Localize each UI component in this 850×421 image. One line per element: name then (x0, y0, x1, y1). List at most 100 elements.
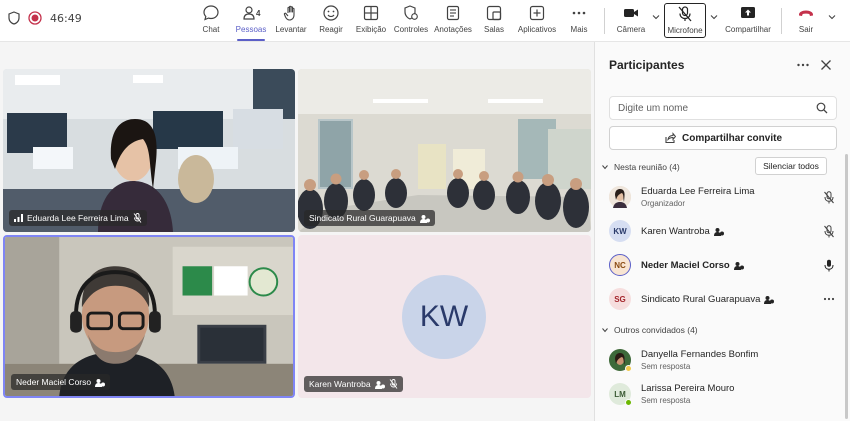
participant-row[interactable]: KW Karen Wantroba (609, 216, 837, 246)
toolbar-divider (604, 8, 605, 34)
microphone-label: Microfone (667, 26, 703, 35)
mic-on-icon (821, 257, 837, 273)
avatar-initials: KW (419, 300, 469, 333)
participant-name-text: Danyella Fernandes Bonfim (641, 349, 759, 360)
avatar: SG (609, 288, 631, 310)
participant-name: Eduarda Lee Ferreira Lima (641, 186, 821, 197)
in-meeting-label: Nesta reunião (4) (614, 162, 680, 172)
participant-status: Sem resposta (641, 396, 691, 405)
video-feed-office (3, 69, 295, 232)
avatar: LM (609, 383, 632, 406)
participant-info: Eduarda Lee Ferreira Lima Organizador (641, 186, 821, 208)
participant-name-text: Sindicato Rural Guarapuava (641, 293, 761, 305)
people-count: 4 (256, 9, 261, 18)
share-invite-button[interactable]: Compartilhar convite (609, 126, 837, 150)
react-button[interactable]: Reagir (309, 4, 353, 38)
more-options-icon[interactable] (821, 291, 837, 307)
shield-icon (8, 11, 20, 25)
guest-badge-icon (419, 214, 430, 223)
share-screen-icon (741, 7, 755, 18)
microphone-button[interactable]: Microfone (664, 3, 706, 38)
camera-icon (624, 9, 638, 17)
search-field[interactable] (609, 96, 837, 120)
more-options-icon[interactable] (795, 57, 811, 73)
participant-name-badge: Neder Maciel Corso (11, 374, 111, 390)
notes-button[interactable]: Anotações (431, 4, 475, 38)
participant-name: Neder Maciel Corso (641, 260, 821, 271)
controls-label: Controles (393, 25, 429, 34)
view-label: Exibição (355, 25, 387, 34)
search-input[interactable] (618, 102, 816, 114)
rooms-button[interactable]: Salas (472, 4, 516, 38)
participant-row[interactable]: Eduarda Lee Ferreira Lima Organizador (609, 182, 837, 212)
video-tile-neder[interactable]: Neder Maciel Corso (3, 235, 295, 398)
avatar-initials: KW (613, 226, 627, 236)
mic-options-chevron-icon[interactable] (709, 12, 719, 22)
grid-icon (363, 5, 379, 21)
participant-row[interactable]: SG Sindicato Rural Guarapuava (609, 284, 837, 314)
notes-icon (446, 5, 460, 21)
avatar (609, 186, 631, 208)
other-guests-label: Outros convidados (4) (614, 325, 698, 335)
share-button[interactable]: Compartilhar (722, 4, 774, 38)
mic-muted-icon (389, 379, 397, 389)
participant-name: Neder Maciel Corso (16, 377, 92, 387)
camera-label: Câmera (616, 25, 646, 34)
rooms-icon (486, 5, 502, 21)
meeting-timer: 46:49 (50, 11, 82, 25)
camera-options-chevron-icon[interactable] (651, 12, 661, 22)
leave-button[interactable]: Sair (784, 4, 828, 38)
video-feed-office-faep (5, 237, 293, 396)
avatar-initials: LM (614, 389, 626, 399)
participant-name: Danyella Fernandes Bonfim (641, 349, 837, 360)
shield-settings-icon (404, 5, 418, 20)
in-meeting-section-toggle[interactable]: Nesta reunião (4) (601, 162, 680, 172)
participant-name: Larissa Pereira Mouro (641, 383, 837, 394)
chat-button[interactable]: Chat (189, 4, 233, 38)
meeting-status: 46:49 (8, 11, 82, 25)
participant-name-text: Karen Wantroba (641, 225, 710, 237)
chevron-down-icon (602, 328, 608, 333)
mute-all-button[interactable]: Silenciar todos (755, 157, 827, 175)
raise-hand-button[interactable]: Levantar (269, 4, 313, 38)
participant-name-text: Eduarda Lee Ferreira Lima (641, 186, 755, 197)
video-tile-eduarda[interactable]: Eduarda Lee Ferreira Lima (3, 69, 295, 232)
participant-name-badge: Sindicato Rural Guarapuava (304, 210, 435, 226)
controls-button[interactable]: Controles (389, 4, 433, 38)
participant-row[interactable]: NC Neder Maciel Corso (609, 250, 837, 280)
react-label: Reagir (319, 25, 343, 34)
avatar: KW (402, 275, 486, 359)
people-button[interactable]: Pessoas 4 (229, 4, 273, 41)
more-button[interactable]: Mais (557, 4, 601, 38)
guest-row[interactable]: LM Larissa Pereira Mouro Sem resposta (609, 379, 837, 409)
participant-name: Sindicato Rural Guarapuava (309, 213, 416, 223)
participant-role: Organizador (641, 199, 686, 208)
avatar (609, 349, 632, 372)
mic-muted-icon (821, 223, 837, 239)
guest-row[interactable]: Danyella Fernandes Bonfim Sem resposta (609, 345, 837, 375)
leave-options-chevron-icon[interactable] (827, 12, 837, 22)
video-tile-sindicato[interactable]: Sindicato Rural Guarapuava (298, 69, 591, 232)
search-icon[interactable] (816, 102, 828, 114)
video-tile-karen[interactable]: KW Karen Wantroba (298, 235, 591, 398)
mic-muted-icon (821, 189, 837, 205)
close-icon[interactable] (818, 57, 834, 73)
raise-hand-label: Levantar (275, 25, 307, 34)
share-icon (665, 132, 676, 144)
apps-button[interactable]: Aplicativos (515, 4, 559, 38)
panel-scrollbar[interactable] (845, 154, 848, 419)
people-label: Pessoas (235, 25, 267, 34)
toolbar-divider (781, 8, 782, 34)
rooms-label: Salas (483, 25, 504, 34)
participant-name-text: Larissa Pereira Mouro (641, 383, 735, 394)
avatar: KW (609, 220, 631, 242)
profile-photo (609, 186, 631, 208)
camera-button[interactable]: Câmera (609, 4, 653, 38)
guest-badge-icon (95, 378, 106, 387)
mute-all-label: Silenciar todos (763, 161, 819, 171)
other-guests-section-toggle[interactable]: Outros convidados (4) (601, 325, 698, 335)
leave-label: Sair (798, 25, 814, 34)
smiley-icon (323, 5, 339, 21)
video-feed-meeting-room (298, 69, 591, 232)
view-button[interactable]: Exibição (349, 4, 393, 38)
